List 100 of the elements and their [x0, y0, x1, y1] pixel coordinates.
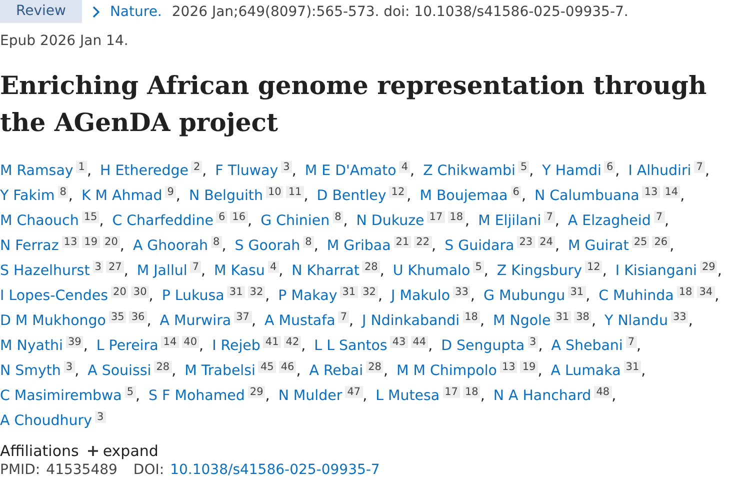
- affiliation-number[interactable]: 37: [234, 311, 252, 323]
- affiliation-number[interactable]: 47: [345, 386, 363, 398]
- author-link[interactable]: A Elzagheid: [568, 213, 651, 229]
- author-link[interactable]: J Ndinkabandi: [362, 313, 460, 329]
- affiliation-number[interactable]: 20: [111, 286, 128, 298]
- affiliation-number[interactable]: 40: [182, 336, 200, 348]
- affiliation-number[interactable]: 30: [131, 286, 149, 298]
- journal-link[interactable]: Nature.: [110, 4, 162, 20]
- author-link[interactable]: N Calumbuana: [534, 188, 640, 204]
- affiliation-number[interactable]: 14: [662, 186, 680, 198]
- affiliation-number[interactable]: 14: [161, 336, 179, 348]
- affiliation-number[interactable]: 8: [58, 186, 68, 198]
- author-link[interactable]: M Eljilani: [478, 213, 542, 229]
- author-link[interactable]: Y Fakim: [0, 188, 55, 204]
- affiliation-number[interactable]: 26: [652, 236, 670, 248]
- affiliation-number[interactable]: 3: [95, 411, 106, 423]
- affiliation-number[interactable]: 43: [390, 336, 408, 348]
- author-link[interactable]: A Choudhury: [0, 413, 92, 429]
- affiliation-number[interactable]: 31: [624, 361, 642, 373]
- affiliation-number[interactable]: 31: [568, 286, 586, 298]
- affiliation-number[interactable]: 39: [66, 336, 84, 348]
- affiliation-number[interactable]: 7: [544, 211, 555, 223]
- affiliation-number[interactable]: 1: [76, 161, 87, 173]
- author-link[interactable]: I Alhudiri: [628, 163, 692, 179]
- author-link[interactable]: N Smyth: [0, 363, 61, 379]
- affiliation-number[interactable]: 32: [360, 286, 378, 298]
- author-link[interactable]: A Rebai: [309, 363, 364, 379]
- author-link[interactable]: S Hazelhurst: [0, 263, 90, 279]
- affiliation-number[interactable]: 23: [517, 236, 535, 248]
- affiliation-number[interactable]: 24: [538, 236, 555, 248]
- author-link[interactable]: G Mubungu: [483, 288, 566, 304]
- affiliation-number[interactable]: 13: [500, 361, 518, 373]
- author-link[interactable]: M Chaouch: [0, 213, 79, 229]
- affiliation-number[interactable]: 19: [520, 361, 538, 373]
- author-link[interactable]: C Masimirembwa: [0, 388, 122, 404]
- author-link[interactable]: H Etheredge: [100, 163, 188, 179]
- author-link[interactable]: P Lukusa: [162, 288, 224, 304]
- affiliation-number[interactable]: 21: [394, 236, 412, 248]
- author-link[interactable]: D Bentley: [316, 188, 386, 204]
- author-link[interactable]: Z Kingsbury: [496, 263, 582, 279]
- author-link[interactable]: M Jallul: [136, 263, 188, 279]
- affiliation-number[interactable]: 12: [389, 186, 407, 198]
- author-link[interactable]: I Kisiangani: [615, 263, 697, 279]
- affiliation-number[interactable]: 4: [268, 261, 279, 273]
- author-link[interactable]: I Lopes-Cendes: [0, 288, 108, 304]
- author-link[interactable]: L Pereira: [96, 338, 158, 354]
- affiliation-number[interactable]: 2: [191, 161, 202, 173]
- affiliation-number[interactable]: 33: [453, 286, 470, 298]
- affiliation-number[interactable]: 16: [230, 211, 248, 223]
- affiliation-number[interactable]: 3: [528, 336, 538, 348]
- author-link[interactable]: A Mustafa: [264, 313, 336, 329]
- author-link[interactable]: Z Chikwambi: [423, 163, 516, 179]
- doi-link[interactable]: 10.1038/s41586-025-09935-7: [170, 462, 380, 478]
- affiliation-number[interactable]: 7: [626, 336, 637, 348]
- affiliation-number[interactable]: 5: [473, 261, 484, 273]
- affiliation-number[interactable]: 36: [129, 311, 147, 323]
- affiliation-number[interactable]: 8: [211, 236, 222, 248]
- author-link[interactable]: N Dukuze: [356, 213, 424, 229]
- author-link[interactable]: M Guirat: [568, 238, 629, 254]
- author-link[interactable]: S Goorah: [234, 238, 300, 254]
- affiliation-number[interactable]: 13: [642, 186, 660, 198]
- author-link[interactable]: C Charfeddine: [112, 213, 214, 229]
- affiliation-number[interactable]: 31: [554, 311, 572, 323]
- author-link[interactable]: M Boujemaa: [420, 188, 508, 204]
- affiliation-number[interactable]: 32: [248, 286, 266, 298]
- author-link[interactable]: N Belguith: [188, 188, 263, 204]
- affiliation-number[interactable]: 4: [399, 161, 410, 173]
- author-link[interactable]: S F Mohamed: [148, 388, 245, 404]
- author-link[interactable]: N Kharrat: [292, 263, 360, 279]
- author-link[interactable]: M Ngole: [493, 313, 551, 329]
- author-link[interactable]: J Makulo: [391, 288, 450, 304]
- author-link[interactable]: F Tluway: [215, 163, 278, 179]
- author-link[interactable]: G Chinien: [260, 213, 330, 229]
- affiliation-number[interactable]: 3: [92, 261, 104, 273]
- affiliation-number[interactable]: 28: [154, 361, 172, 373]
- affiliation-number[interactable]: 33: [670, 311, 688, 323]
- affiliation-number[interactable]: 18: [462, 311, 480, 323]
- author-link[interactable]: C Muhinda: [598, 288, 674, 304]
- affiliation-number[interactable]: 41: [263, 336, 281, 348]
- affiliation-number[interactable]: 7: [338, 311, 350, 323]
- author-link[interactable]: M M Chimpolo: [396, 363, 497, 379]
- author-link[interactable]: M Trabelsi: [184, 363, 256, 379]
- author-link[interactable]: A Murwira: [160, 313, 232, 329]
- affiliation-number[interactable]: 25: [632, 236, 650, 248]
- affiliation-number[interactable]: 45: [258, 361, 276, 373]
- affiliation-number[interactable]: 18: [463, 386, 480, 398]
- affiliation-number[interactable]: 7: [654, 211, 665, 223]
- affiliation-number[interactable]: 17: [442, 386, 460, 398]
- affiliation-number[interactable]: 38: [574, 311, 592, 323]
- affiliation-number[interactable]: 5: [518, 161, 530, 173]
- affiliation-number[interactable]: 28: [362, 261, 380, 273]
- affiliation-number[interactable]: 20: [102, 236, 120, 248]
- affiliation-number[interactable]: 7: [694, 161, 705, 173]
- affiliation-number[interactable]: 31: [340, 286, 358, 298]
- affiliation-number[interactable]: 28: [366, 361, 384, 373]
- affiliation-number[interactable]: 34: [697, 286, 715, 298]
- author-link[interactable]: U Khumalo: [392, 263, 470, 279]
- affiliation-number[interactable]: 22: [414, 236, 432, 248]
- affiliation-number[interactable]: 8: [303, 236, 314, 248]
- affiliation-number[interactable]: 6: [604, 161, 616, 173]
